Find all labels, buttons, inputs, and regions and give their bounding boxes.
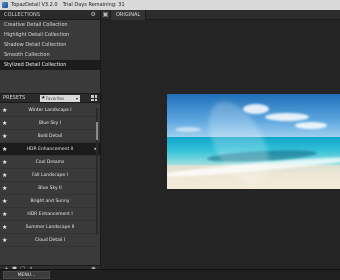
footer-bar: MENU... [0,269,340,280]
star-icon[interactable]: ★ [2,208,7,221]
preset-label: HDR Enhancement II [26,147,74,152]
presets-title: PRESETS [3,95,26,101]
menu-label: MENU... [17,273,36,278]
title-bar: TopazDetail V3.2.0 Trial Days Remaining:… [0,0,340,10]
star-icon[interactable]: ★ [2,234,7,247]
presets-header: PRESETS ★ Favorites ▾ [0,93,100,103]
preset-label: Blue Sky I [38,121,62,126]
star-icon[interactable]: ★ [2,130,7,143]
star-icon: ★ [41,95,46,101]
scrollbar-thumb[interactable] [96,122,98,140]
topaz-detail-window: TopazDetail V3.2.0 Trial Days Remaining:… [0,0,340,280]
collection-item-shadow[interactable]: Shadow Detail Collection [0,40,100,50]
preset-item-cloud-detail-i[interactable]: ★ Cloud Detail I [0,234,100,247]
split-view-icon[interactable]: ▣ [101,9,111,20]
preset-label: Bold Detail [37,134,63,139]
app-name: TopazDetail V3.2.0 [11,2,58,8]
collection-label: Smooth Collection [4,52,50,58]
collection-item-stylized[interactable]: Stylized Detail Collection [0,60,100,70]
collection-label: Creative Detail Collection [4,22,68,28]
collection-label: Highlight Detail Collection [4,32,70,38]
collections-title: COLLECTIONS [4,11,41,18]
preset-item-fall-landscape-i[interactable]: ★ Fall Landscape I [0,169,100,182]
collection-item-creative[interactable]: Creative Detail Collection [0,20,100,30]
collection-item-highlight[interactable]: Highlight Detail Collection [0,30,100,40]
presets-scrollbar[interactable] [96,108,98,234]
preset-filter-value: Favorites [46,96,65,101]
star-icon[interactable]: ★ [2,143,7,156]
image-view: ▣ ORIGINAL [101,9,340,269]
collection-item-smooth[interactable]: Smooth Collection [0,50,100,60]
trial-status: Trial Days Remaining: 31 [62,2,125,8]
preset-item-cool-dreams[interactable]: ★ Cool Dreams [0,156,100,169]
preset-label: Cloud Detail I [34,238,66,243]
tab-original[interactable]: ORIGINAL [111,9,147,20]
preset-item-hdr-enhancement-ii[interactable]: ★ HDR Enhancement II ▸ [0,143,100,156]
preset-label: Blue Sky II [38,186,62,191]
collection-label: Shadow Detail Collection [4,42,67,48]
star-icon[interactable]: ★ [2,117,7,130]
preset-item-bright-and-sunny[interactable]: ★ Bright and Sunny [0,195,100,208]
gear-icon[interactable]: ⚙ [91,11,96,18]
preset-item-winter-landscape-i[interactable]: ★ Winter Landscape I [0,104,100,117]
grid-view-icon[interactable] [91,95,97,101]
preset-item-hdr-enhancement-i[interactable]: ★ HDR Enhancement I [0,208,100,221]
star-icon[interactable]: ★ [2,182,7,195]
chevron-down-icon: ▾ [75,96,78,101]
left-panel: COLLECTIONS ⚙ Creative Detail Collection… [0,10,101,273]
preset-label: Bright and Sunny [30,199,70,204]
star-icon[interactable]: ★ [2,221,7,234]
star-icon[interactable]: ★ [2,169,7,182]
preset-label: Summer Landscape II [25,225,75,230]
menu-button[interactable]: MENU... [3,271,50,279]
preset-item-blue-sky-ii[interactable]: ★ Blue Sky II [0,182,100,195]
preset-label: Winter Landscape I [28,108,72,113]
tab-label: ORIGINAL [116,11,141,18]
collection-label: Stylized Detail Collection [4,62,67,68]
preset-item-summer-landscape-ii[interactable]: ★ Summer Landscape II [0,221,100,234]
collections-list: Creative Detail Collection Highlight Det… [0,20,100,82]
preset-label: Cool Dreams [35,160,65,165]
star-icon[interactable]: ★ [2,156,7,169]
preset-label: HDR Enhancement I [27,212,73,217]
collections-header: COLLECTIONS ⚙ [0,10,100,20]
preset-item-blue-sky-i[interactable]: ★ Blue Sky I [0,117,100,130]
presets-list: ★ Winter Landscape I ★ Blue Sky I ★ Bold… [0,104,100,265]
beach-preview-image [167,94,340,189]
star-icon[interactable]: ★ [2,104,7,117]
preset-item-bold-detail[interactable]: ★ Bold Detail [0,130,100,143]
app-logo-icon [2,2,8,8]
preset-filter-dropdown[interactable]: ★ Favorites ▾ [40,95,80,102]
view-tabs: ▣ ORIGINAL [101,9,340,20]
star-icon[interactable]: ★ [2,195,7,208]
preset-label: Fall Landscape I [32,173,68,178]
